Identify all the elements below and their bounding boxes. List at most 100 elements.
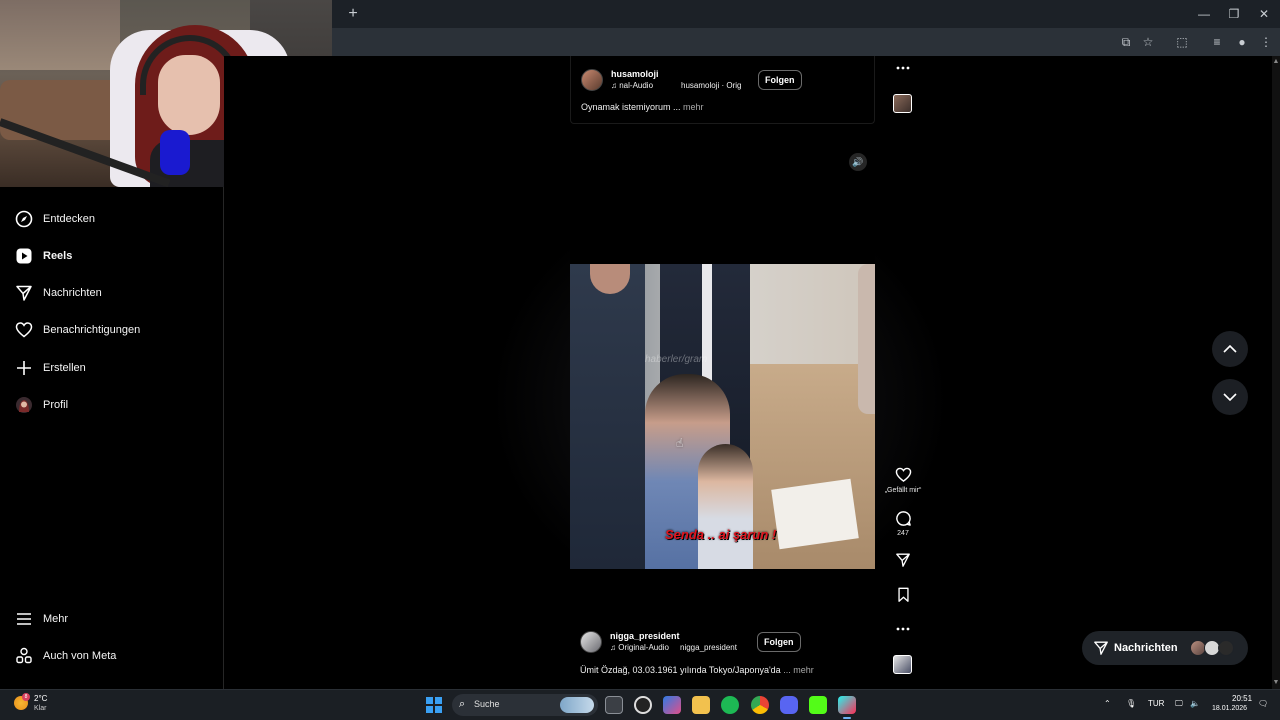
browser-menu-icon[interactable]: ⋮	[1258, 34, 1274, 50]
install-app-icon[interactable]: ⧉	[1118, 34, 1134, 50]
windows-start-icon[interactable]	[426, 697, 442, 713]
media-control-icon[interactable]: ≡	[1209, 34, 1225, 50]
audio-secondary[interactable]: nigga_president	[680, 643, 737, 652]
more-link[interactable]: mehr	[683, 102, 704, 112]
comment-count: 247	[897, 530, 909, 537]
discord-icon[interactable]	[780, 696, 798, 714]
tray-overflow-icon[interactable]: ⌃	[1104, 699, 1111, 708]
more-options-icon[interactable]	[893, 58, 913, 78]
follow-button[interactable]: Folgen	[758, 70, 802, 90]
follow-button[interactable]: Folgen	[757, 632, 801, 652]
weather-description[interactable]: Klar	[34, 705, 46, 712]
caption: Oynamak istemiyorum ... mehr	[581, 102, 704, 112]
sidebar-item-nachrichten[interactable]: Nachrichten	[14, 278, 210, 308]
clock-time[interactable]: 20:51	[1232, 694, 1252, 703]
send-icon	[1093, 640, 1109, 656]
share-send-icon[interactable]	[893, 550, 913, 570]
kick-icon[interactable]	[809, 696, 827, 714]
copilot-icon[interactable]	[663, 696, 681, 714]
sidebar: Entdecken Reels Nachrichten Benachrichti…	[0, 187, 224, 689]
reel-video-card[interactable]: 🔊 haberler/gram Senda .. ai şarun ! ☝ ni…	[570, 145, 875, 688]
scroll-up-arrow-icon[interactable]: ▲	[1272, 58, 1280, 66]
active-app-indicator	[843, 717, 851, 719]
restore-button[interactable]: ❐	[1223, 4, 1245, 24]
like-heart-icon[interactable]	[893, 465, 913, 485]
meta-icon	[14, 646, 34, 666]
obs-icon[interactable]	[634, 696, 652, 714]
sidebar-item-erstellen[interactable]: Erstellen	[14, 353, 210, 383]
caption: Ümit Özdağ, 03.03.1961 yılında Tokyo/Jap…	[580, 665, 814, 675]
chevron-up-icon	[1223, 345, 1237, 353]
heart-icon	[14, 320, 34, 340]
video-figure	[702, 264, 712, 384]
file-explorer-icon[interactable]	[692, 696, 710, 714]
page-scrollbar[interactable]: ▲ ▼	[1272, 56, 1280, 689]
sidebar-item-mehr[interactable]: Mehr	[14, 604, 210, 634]
sidebar-item-benachrichtigungen[interactable]: Benachrichtigungen	[14, 315, 210, 345]
menu-icon	[14, 609, 34, 629]
plus-icon	[14, 358, 34, 378]
sidebar-item-reels[interactable]: Reels	[14, 241, 210, 271]
taskbar-search[interactable]: ⌕ Suche	[452, 694, 598, 716]
network-icon[interactable]: 🖵	[1175, 699, 1183, 709]
weather-badge: 8	[22, 693, 30, 701]
audio-secondary[interactable]: husamoloji · Orig	[681, 81, 741, 90]
video-watermark: haberler/gram	[645, 354, 708, 365]
send-icon	[14, 283, 34, 303]
avatar[interactable]	[581, 69, 603, 91]
sidebar-item-profil[interactable]: Profil	[14, 390, 210, 420]
language-indicator[interactable]: TUR	[1148, 699, 1164, 708]
notification-icon[interactable]: 🗨	[1258, 699, 1268, 708]
sidebar-item-entdecken[interactable]: Entdecken	[14, 204, 210, 234]
audio-label[interactable]: ♫ nal-Audio	[611, 81, 653, 90]
bookmark-save-icon[interactable]	[893, 585, 913, 605]
video-subtitle: Senda .. ai şarun !	[665, 527, 777, 542]
sidebar-item-label: Erstellen	[43, 362, 86, 374]
sidebar-item-auch-von-meta[interactable]: Auch von Meta	[14, 641, 210, 671]
webcam-microphone	[160, 130, 190, 175]
windows-taskbar: 8 2°C Klar ⌕ Suche ⌃ 🎙 TUR 🖵 🔈 20:51 18.…	[0, 689, 1280, 720]
messages-label: Nachrichten	[1114, 642, 1178, 654]
video-figure	[570, 264, 645, 569]
previous-reel-button[interactable]	[1212, 331, 1248, 367]
tiktok-browser-icon[interactable]	[838, 696, 856, 714]
messages-pill[interactable]: Nachrichten	[1082, 631, 1248, 665]
more-options-icon[interactable]	[893, 619, 913, 639]
search-highlight-image	[560, 697, 594, 713]
sidebar-item-label: Auch von Meta	[43, 650, 117, 662]
new-tab-button[interactable]: +	[344, 5, 362, 23]
profile-icon[interactable]: ●	[1234, 34, 1250, 50]
avatar[interactable]	[580, 631, 602, 653]
next-reel-button[interactable]	[1212, 379, 1248, 415]
close-window-button[interactable]: ✕	[1253, 4, 1275, 24]
sidebar-item-label: Nachrichten	[43, 287, 102, 299]
comment-icon[interactable]	[893, 508, 913, 528]
username[interactable]: nigga_president	[610, 631, 680, 641]
more-link[interactable]: ... mehr	[783, 665, 814, 675]
video-paper	[771, 478, 859, 550]
video-figure	[698, 444, 753, 569]
video-figure	[858, 264, 875, 414]
microphone-icon[interactable]: 🎙	[1126, 699, 1136, 708]
chevron-down-icon	[1223, 393, 1237, 401]
clock-date[interactable]: 18.01.2026	[1212, 705, 1247, 712]
chrome-icon[interactable]	[751, 696, 769, 714]
username[interactable]: husamoloji	[611, 69, 659, 79]
bookmark-star-icon[interactable]: ☆	[1140, 34, 1156, 50]
reel-video-frame[interactable]: haberler/gram Senda .. ai şarun ! ☝	[570, 264, 875, 569]
spotify-icon[interactable]	[721, 696, 739, 714]
task-view-icon[interactable]	[605, 696, 623, 714]
minimize-button[interactable]: —	[1193, 4, 1215, 24]
extensions-icon[interactable]: ⬚	[1174, 34, 1190, 50]
speaker-icon[interactable]: 🔈	[1190, 699, 1200, 708]
webcam-shelf	[0, 0, 120, 70]
audio-thumbnail[interactable]	[893, 94, 912, 113]
sidebar-item-label: Mehr	[43, 613, 69, 625]
weather-temperature[interactable]: 2°C	[34, 694, 47, 703]
scroll-down-arrow-icon[interactable]: ▼	[1272, 679, 1280, 687]
sidebar-item-label: Benachrichtigungen	[43, 324, 141, 336]
audio-label[interactable]: ♫ Original-Audio	[610, 643, 669, 652]
volume-icon[interactable]: 🔊	[849, 153, 867, 171]
sidebar-item-label: Entdecken	[43, 213, 95, 225]
audio-thumbnail[interactable]	[893, 655, 912, 674]
